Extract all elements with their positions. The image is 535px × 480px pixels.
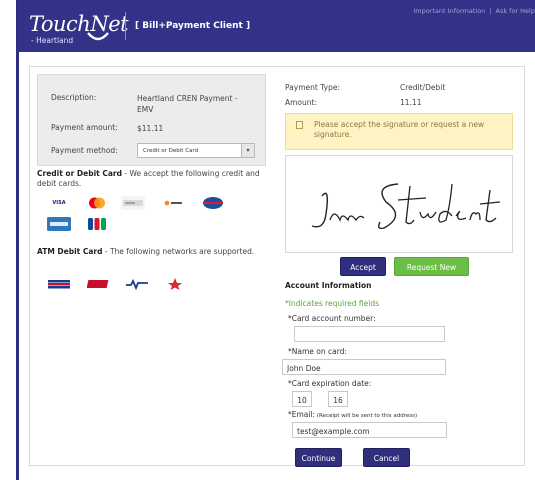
email-input[interactable] — [292, 422, 447, 438]
discover-icon — [164, 200, 182, 206]
network-logo-1 — [47, 277, 71, 291]
email-note: (Receipt will be sent to this address) — [315, 413, 418, 419]
mastercard-logo — [85, 196, 109, 210]
expiration-date-label: *Card expiration date: — [288, 379, 372, 388]
atm-debit-title: ATM Debit Card — [37, 247, 103, 256]
logo-swoosh-icon — [87, 32, 109, 41]
logo-divider — [125, 12, 126, 40]
description-value: Heartland CREN Payment - EMV — [137, 94, 238, 114]
generic-card-icon — [123, 200, 143, 206]
amount-value: 11.11 — [400, 98, 422, 107]
important-information-link[interactable]: Important Information — [413, 7, 485, 15]
alert-text: Please accept the signature or request a… — [314, 120, 485, 139]
diners-club-logo — [201, 196, 225, 210]
touchnet-logo[interactable]: TouchNet — [29, 12, 129, 36]
required-fields-note: *Indicates required fields — [285, 299, 380, 308]
logo-subtitle: - Heartland — [31, 36, 74, 45]
name-on-card-input[interactable] — [282, 359, 446, 375]
payment-method-value: Credit or Debit Card — [143, 148, 199, 154]
signature-alert: Please accept the signature or request a… — [285, 113, 513, 150]
amex-icon — [47, 217, 71, 231]
jcb-icon — [88, 218, 106, 230]
nyce-logo — [87, 277, 111, 291]
credit-debit-title: Credit or Debit Card — [37, 169, 122, 178]
mastercard-icon — [89, 197, 105, 209]
payment-type-value: Credit/Debit — [400, 83, 446, 92]
account-information-title: Account Information — [285, 281, 372, 290]
cancel-button[interactable]: Cancel — [363, 448, 410, 467]
network-stripes-icon — [48, 280, 70, 289]
payment-method-label: Payment method: — [51, 146, 118, 155]
payment-panel: Description: Heartland CREN Payment - EM… — [29, 66, 525, 467]
american-express-logo — [47, 217, 71, 231]
signature-box[interactable] — [285, 155, 513, 253]
payment-amount-label: Payment amount: — [51, 123, 118, 132]
visa-logo-text: VISA — [52, 200, 66, 206]
accept-button[interactable]: Accept — [340, 257, 386, 276]
payment-method-select[interactable]: Credit or Debit Card ▾ — [137, 143, 255, 158]
client-name: [ Bill+Payment Client ] — [135, 21, 251, 31]
visa-logo: VISA — [47, 196, 71, 210]
payment-summary: Description: Heartland CREN Payment - EM… — [37, 74, 266, 166]
star-logo — [163, 277, 187, 291]
discover-logo — [161, 196, 185, 210]
nyce-icon — [87, 280, 109, 288]
pulse-icon — [126, 278, 148, 291]
exp-year-input[interactable] — [328, 391, 348, 407]
card-number-label: *Card account number: — [288, 314, 376, 323]
link-separator: | — [489, 7, 492, 15]
credit-debit-text: Credit or Debit Card - We accept the fol… — [37, 169, 266, 189]
alert-icon — [296, 121, 303, 129]
amount-label: Amount: — [285, 98, 317, 107]
pulse-logo — [125, 277, 149, 291]
star-icon — [168, 278, 182, 290]
left-frame-border — [16, 0, 19, 480]
request-new-button[interactable]: Request New — [394, 257, 469, 276]
card-logo-generic — [121, 196, 145, 210]
continue-button[interactable]: Continue — [295, 448, 342, 467]
card-number-input[interactable] — [294, 326, 445, 342]
chevron-down-icon[interactable]: ▾ — [241, 144, 254, 157]
atm-debit-description: - The following networks are supported. — [102, 247, 255, 256]
description-label: Description: — [51, 93, 97, 102]
ask-for-help-link[interactable]: Ask for Help — [496, 7, 535, 15]
email-label: *Email: (Receipt will be sent to this ad… — [288, 410, 417, 419]
name-on-card-label: *Name on card: — [288, 347, 347, 356]
payment-type-label: Payment Type: — [285, 83, 340, 92]
diners-club-icon — [203, 197, 223, 209]
jcb-logo — [85, 217, 109, 231]
signature-image — [311, 183, 501, 230]
header-bar: TouchNet - Heartland [ Bill+Payment Clie… — [19, 0, 535, 52]
email-label-text: *Email: — [288, 410, 316, 419]
atm-debit-text: ATM Debit Card - The following networks … — [37, 247, 266, 257]
payment-amount-value: $11.11 — [137, 124, 164, 133]
exp-month-input[interactable] — [292, 391, 312, 407]
top-links: Important Information | Ask for Help — [413, 7, 535, 15]
